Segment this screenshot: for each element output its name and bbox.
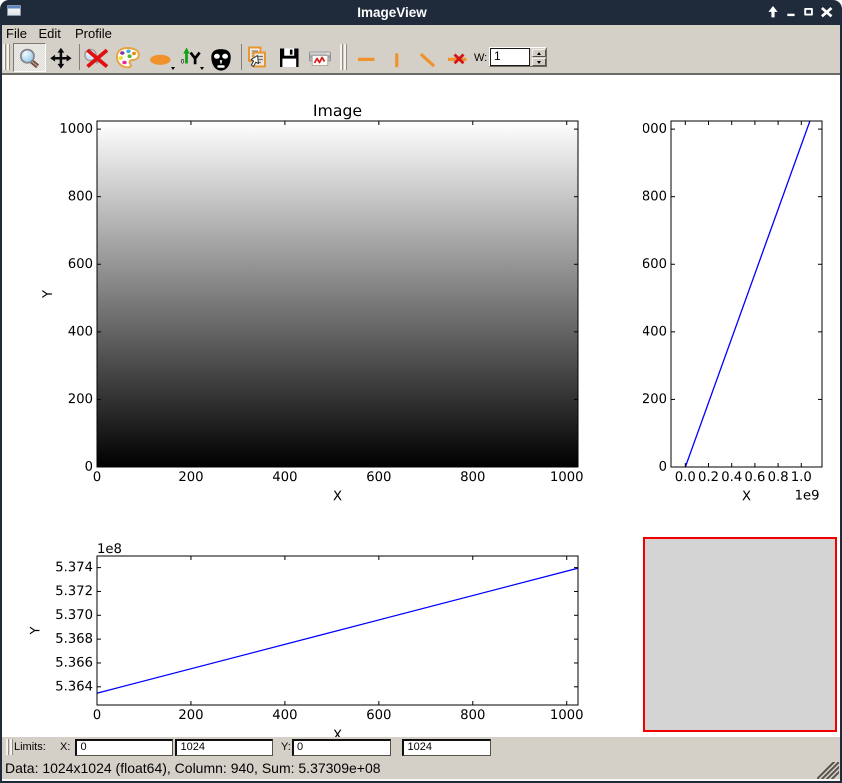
svg-text:0: 0 bbox=[181, 58, 185, 65]
